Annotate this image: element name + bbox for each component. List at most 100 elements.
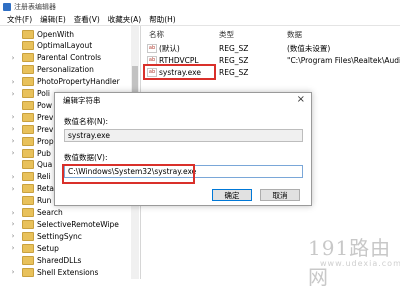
tree-item-label: Parental Controls — [37, 53, 102, 63]
registry-editor-window: 注册表编辑器 文件(F) 编辑(E) 查看(V) 收藏夹(A) 帮助(H) Op… — [0, 0, 400, 289]
folder-icon — [22, 255, 34, 265]
menu-help[interactable]: 帮助(H) — [145, 14, 180, 25]
value-name-label: 数值名称(N): — [64, 117, 108, 126]
tree-item-label: Run — [37, 196, 52, 206]
dialog-title-bar: 编辑字符串 × — [55, 93, 311, 108]
expand-arrow-icon[interactable]: › — [9, 268, 17, 276]
tree-item-label: OptimalLayout — [37, 41, 93, 51]
tree-item[interactable]: OptimalLayout — [22, 40, 92, 52]
value-data: "C:\Program Files\Realtek\Audio\ — [287, 56, 400, 65]
tree-item-label: Reli — [37, 172, 51, 182]
tree-item-label: Pub — [37, 148, 51, 158]
folder-icon — [22, 41, 34, 51]
folder-icon — [22, 184, 34, 194]
folder-icon — [22, 231, 34, 241]
expand-arrow-icon[interactable]: › — [9, 149, 17, 157]
tree-item-label: SettingSync — [37, 231, 82, 241]
value-type: REG_SZ — [219, 44, 249, 53]
tree-item[interactable]: › PhotoPropertyHandler — [12, 76, 120, 88]
expand-arrow-icon[interactable]: › — [9, 137, 17, 145]
tree-item-label: SharedDLLs — [37, 255, 82, 265]
list-header: 名称 类型 数据 — [141, 28, 400, 40]
title-bar: 注册表编辑器 — [0, 0, 400, 13]
folder-icon — [22, 160, 34, 170]
tree-item[interactable]: › Reta — [12, 183, 55, 195]
expand-arrow-icon[interactable]: › — [9, 232, 17, 240]
expand-arrow-icon[interactable]: › — [9, 54, 17, 62]
header-data[interactable]: 数据 — [287, 29, 302, 40]
site-watermark: 191路由网 www.udexia.com — [300, 232, 400, 289]
menu-edit[interactable]: 编辑(E) — [36, 14, 70, 25]
close-icon[interactable]: × — [297, 94, 305, 105]
tree-item[interactable]: Pow — [22, 99, 52, 111]
folder-icon — [22, 148, 34, 158]
string-value-icon: ab — [147, 44, 157, 53]
folder-icon — [22, 89, 34, 98]
value-row[interactable]: ab (默认) REG_SZ (数值未设置) — [141, 43, 400, 54]
tree-item-label: Reta — [37, 184, 55, 194]
tree-item-label: Personalization — [37, 65, 94, 75]
folder-icon — [22, 112, 34, 122]
value-type: REG_SZ — [219, 68, 249, 77]
value-data-label: 数值数据(V): — [64, 153, 108, 162]
tree-item-label: OpenWith — [37, 29, 75, 39]
tree-item[interactable]: › Parental Controls — [12, 52, 102, 64]
tree-item[interactable]: Qua — [22, 159, 52, 171]
menu-favorites[interactable]: 收藏夹(A) — [104, 14, 145, 25]
expand-arrow-icon[interactable]: › — [9, 78, 17, 86]
tree-item[interactable]: › Prev — [12, 111, 53, 123]
tree-item[interactable]: › Reli — [12, 171, 51, 183]
expand-arrow-icon[interactable]: › — [9, 220, 17, 228]
watermark-sub: www.udexia.com — [320, 259, 400, 268]
tree-item-label: Search — [37, 208, 63, 217]
header-type[interactable]: 类型 — [219, 29, 234, 40]
tree-item[interactable]: › Pub — [12, 147, 51, 159]
folder-icon — [22, 219, 34, 229]
tree-item-label: PhotoPropertyHandler — [37, 77, 120, 87]
highlight-box — [62, 164, 195, 184]
tree-item[interactable]: Personalization — [22, 64, 94, 76]
tree-item[interactable]: › Search — [12, 207, 63, 219]
folder-icon — [22, 29, 34, 39]
cancel-button[interactable]: 取消 — [260, 189, 300, 201]
tree-item[interactable]: › Shell Extensions — [12, 266, 99, 278]
folder-icon — [22, 65, 34, 75]
tree-item-label: SelectiveRemoteWipe — [37, 219, 119, 229]
menu-file[interactable]: 文件(F) — [3, 14, 36, 25]
folder-icon — [22, 267, 34, 277]
folder-icon — [22, 77, 34, 87]
header-name[interactable]: 名称 — [149, 29, 164, 40]
menu-bar: 文件(F) 编辑(E) 查看(V) 收藏夹(A) 帮助(H) — [0, 13, 400, 26]
tree-item[interactable]: › Setup — [12, 242, 59, 254]
menu-view[interactable]: 查看(V) — [70, 14, 104, 25]
value-name: (默认) — [159, 44, 180, 53]
tree-item-label: Pow — [37, 100, 52, 110]
tree-item-label: Shell Extensions — [37, 267, 99, 277]
dialog-title: 编辑字符串 — [63, 96, 101, 105]
expand-arrow-icon[interactable]: › — [9, 244, 17, 252]
tree-item[interactable]: › Prev — [12, 123, 53, 135]
folder-icon — [22, 100, 34, 110]
ok-button[interactable]: 确定 — [212, 189, 252, 201]
expand-arrow-icon[interactable]: › — [9, 113, 17, 121]
folder-icon — [22, 208, 34, 217]
regedit-app-icon — [3, 2, 11, 11]
value-name-field[interactable]: systray.exe — [64, 129, 303, 142]
expand-arrow-icon[interactable]: › — [9, 209, 17, 217]
expand-arrow-icon[interactable]: › — [9, 173, 17, 181]
value-data: (数值未设置) — [287, 44, 331, 53]
folder-icon — [22, 172, 34, 182]
tree-item[interactable]: › Poli — [12, 88, 50, 100]
window-title: 注册表编辑器 — [14, 2, 56, 11]
value-type: REG_SZ — [219, 56, 249, 65]
tree-item[interactable]: › Prop — [12, 135, 54, 147]
tree-item[interactable]: OpenWith — [22, 28, 74, 40]
tree-item[interactable]: › SelectiveRemoteWipe — [12, 218, 119, 230]
expand-arrow-icon[interactable]: › — [9, 125, 17, 133]
tree-item[interactable]: SharedDLLs — [22, 254, 81, 266]
expand-arrow-icon[interactable]: › — [9, 90, 17, 98]
tree-item[interactable]: › SettingSync — [12, 230, 82, 242]
expand-arrow-icon[interactable]: › — [9, 185, 17, 193]
tree-item[interactable]: Run — [22, 195, 51, 207]
folder-icon — [22, 136, 34, 146]
